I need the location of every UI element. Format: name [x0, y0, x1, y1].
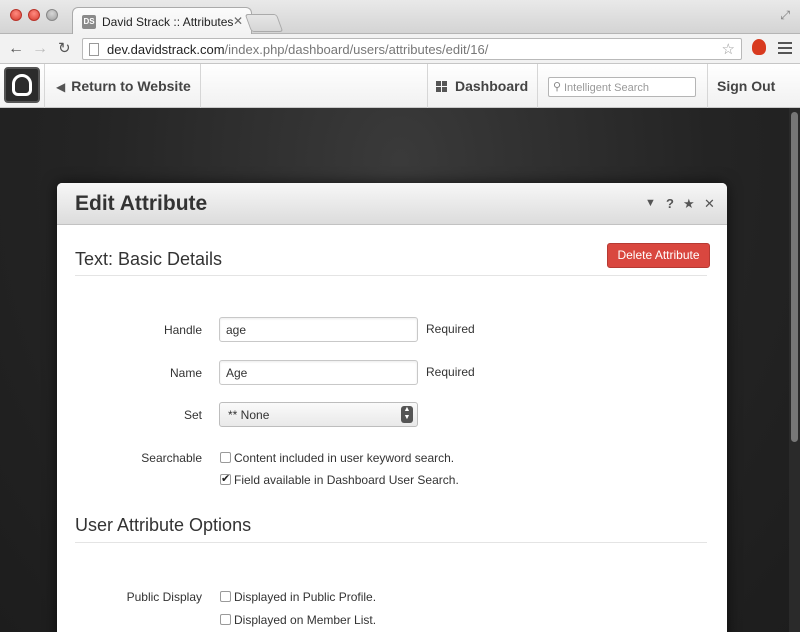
scrollbar-thumb[interactable] — [791, 112, 798, 442]
url-text[interactable]: dev.davidstrack.com/index.php/dashboard/… — [107, 42, 488, 57]
return-to-website-link[interactable]: ◀ Return to Website — [56, 78, 191, 94]
toolbar-divider — [707, 64, 708, 108]
member-list-label[interactable]: Displayed on Member List. — [234, 613, 376, 627]
dashboard-search-checkbox[interactable] — [220, 472, 231, 485]
handle-input[interactable] — [219, 317, 418, 342]
toolbar-divider — [200, 64, 201, 108]
dialog-title: Edit Attribute — [75, 192, 208, 215]
dashboard-link[interactable]: Dashboard — [436, 78, 528, 94]
close-window-button[interactable] — [10, 9, 22, 21]
edit-attribute-dialog: Edit Attribute ▼ ? ★ ✕ Text: Basic Detai… — [57, 183, 727, 632]
fullscreen-icon[interactable]: ⤢ — [780, 8, 790, 23]
keyword-search-checkbox[interactable] — [220, 452, 231, 463]
page-icon — [89, 43, 99, 56]
page-scrollbar[interactable] — [789, 108, 800, 632]
forward-arrow-icon[interactable]: → — [32, 40, 48, 58]
tab-title: David Strack :: Attributes — [102, 15, 234, 29]
hamburger-menu-icon[interactable] — [778, 42, 792, 54]
return-label: Return to Website — [71, 78, 191, 94]
set-select[interactable]: ** None ▲ ▼ — [219, 402, 418, 427]
member-list-checkbox[interactable] — [220, 614, 231, 625]
public-profile-checkbox[interactable] — [220, 591, 231, 602]
grid-icon — [436, 81, 447, 92]
sign-out-link[interactable]: Sign Out — [717, 78, 775, 94]
concrete5-logo[interactable] — [4, 67, 40, 103]
section-divider — [75, 542, 707, 543]
public-display-label: Public Display — [126, 590, 202, 604]
favorite-star-icon[interactable]: ★ — [683, 196, 695, 212]
handle-required-note: Required — [426, 322, 475, 336]
bookmark-star-icon[interactable]: ☆ — [722, 40, 735, 58]
keyword-search-label[interactable]: Content included in user keyword search. — [234, 451, 454, 465]
url-host: dev.davidstrack.com — [107, 42, 225, 57]
handle-label: Handle — [163, 323, 202, 337]
arrow-left-icon: ◀ — [56, 80, 66, 94]
browser-tab[interactable]: DS David Strack :: Attributes ✕ — [72, 7, 252, 35]
toolbar-divider — [44, 64, 45, 108]
toolbar-divider — [537, 64, 538, 108]
extension-icon[interactable] — [752, 39, 766, 55]
toolbar-divider — [427, 64, 428, 108]
hand-logo-icon — [12, 74, 32, 96]
section-divider — [75, 275, 707, 276]
name-label: Name — [169, 366, 202, 380]
back-arrow-icon[interactable]: ← — [8, 40, 24, 58]
searchable-label: Searchable — [141, 451, 202, 465]
site-favicon-icon: DS — [82, 15, 96, 29]
browser-titlebar: DS David Strack :: Attributes ✕ ⤢ — [0, 0, 800, 35]
dialog-header: Edit Attribute ▼ ? ★ ✕ — [57, 183, 727, 225]
intelligent-search[interactable]: ⚲ — [548, 77, 696, 97]
search-input[interactable] — [564, 80, 692, 95]
select-arrows-icon: ▲ ▼ — [401, 406, 413, 423]
close-icon[interactable]: ✕ — [704, 196, 715, 212]
user-attribute-options-heading: User Attribute Options — [75, 515, 252, 535]
basic-details-heading: Text: Basic Details — [75, 249, 223, 269]
public-profile-label[interactable]: Displayed in Public Profile. — [234, 590, 376, 604]
cms-toolbar: ◀ Return to Website Dashboard ⚲ Sign Out — [0, 64, 800, 108]
dashboard-label: Dashboard — [455, 78, 529, 94]
dashboard-search-label[interactable]: Field available in Dashboard User Search… — [234, 473, 459, 487]
set-label: Set — [183, 408, 202, 422]
url-path: /index.php/dashboard/users/attributes/ed… — [224, 42, 489, 57]
name-required-note: Required — [426, 365, 475, 379]
minimize-window-button[interactable] — [28, 9, 40, 21]
help-icon[interactable]: ? — [666, 196, 674, 211]
tab-close-icon[interactable]: ✕ — [233, 14, 243, 28]
name-input[interactable] — [219, 360, 418, 385]
search-icon: ⚲ — [553, 81, 562, 93]
browser-toolbar: ← → ↻ dev.davidstrack.com/index.php/dash… — [0, 34, 800, 64]
collapse-icon[interactable]: ▼ — [645, 197, 656, 209]
set-selected-value: ** None — [228, 408, 270, 422]
reload-icon[interactable]: ↻ — [58, 40, 71, 58]
delete-attribute-button[interactable]: Delete Attribute — [607, 243, 710, 268]
new-tab-button[interactable] — [244, 14, 284, 32]
address-bar[interactable]: dev.davidstrack.com/index.php/dashboard/… — [82, 38, 742, 60]
zoom-window-button[interactable] — [46, 9, 58, 21]
